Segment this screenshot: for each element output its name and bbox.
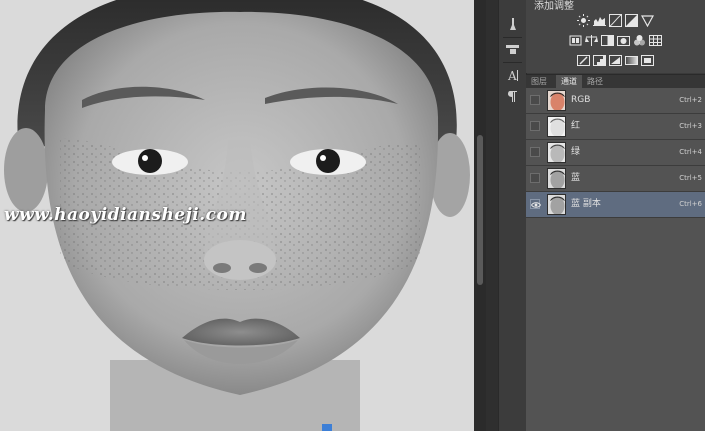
channel-row-blue-copy[interactable]: 蓝 副本 Ctrl+6 [526, 192, 705, 218]
levels-icon[interactable] [593, 14, 606, 27]
channel-thumbnail [547, 168, 566, 189]
panel-toolstrip: A [498, 0, 527, 431]
channel-name: 蓝 [571, 173, 581, 183]
toolstrip-divider [503, 37, 522, 38]
visibility-toggle[interactable] [530, 173, 540, 183]
canvas-scrollbar[interactable] [474, 0, 486, 431]
channels-list: RGB Ctrl+2 红 Ctrl+3 绿 Ctrl+4 蓝 Ctrl+5 蓝 [526, 88, 705, 431]
channel-thumbnail [547, 142, 566, 163]
threshold-icon[interactable] [609, 54, 622, 67]
color-lookup-icon[interactable] [649, 34, 662, 47]
document-canvas[interactable]: www.haoyidiansheji.com [0, 0, 474, 431]
channel-row-green[interactable]: 绿 Ctrl+4 [526, 140, 705, 166]
visibility-toggle[interactable] [530, 147, 540, 157]
brush-presets-icon[interactable] [504, 16, 521, 33]
channel-shortcut: Ctrl+6 [679, 200, 702, 208]
channel-shortcut: Ctrl+3 [679, 122, 702, 130]
tab-layers[interactable]: 图层 [528, 75, 550, 89]
channel-thumbnail [547, 90, 566, 111]
brightness-contrast-icon[interactable] [577, 14, 590, 27]
panel-tabs: 图层 通道 路径 [526, 74, 705, 89]
channel-name: 蓝 副本 [571, 199, 601, 209]
hue-saturation-icon[interactable] [569, 34, 582, 47]
channel-thumbnail [547, 194, 566, 215]
eye-icon [531, 202, 541, 208]
channel-row-red[interactable]: 红 Ctrl+3 [526, 114, 705, 140]
channel-shortcut: Ctrl+4 [679, 148, 702, 156]
channel-thumbnail [547, 116, 566, 137]
watermark-text: www.haoyidiansheji.com [4, 205, 247, 225]
svg-text:A: A [507, 69, 517, 83]
clone-source-icon[interactable] [504, 40, 521, 57]
posterize-icon[interactable] [593, 54, 606, 67]
vibrance-icon[interactable] [641, 14, 654, 27]
channel-mixer-icon[interactable] [633, 34, 646, 47]
channel-name: 红 [571, 121, 581, 131]
gradient-map-icon[interactable] [625, 54, 638, 67]
channel-shortcut: Ctrl+5 [679, 174, 702, 182]
color-balance-icon[interactable] [585, 34, 598, 47]
visibility-toggle[interactable] [530, 199, 541, 209]
tab-channels[interactable]: 通道 [556, 75, 582, 89]
adjustments-panel-title: 添加调整 [534, 1, 574, 12]
character-icon[interactable]: A [504, 67, 521, 84]
visibility-toggle[interactable] [530, 95, 540, 105]
visibility-toggle[interactable] [530, 121, 540, 131]
black-white-icon[interactable] [601, 34, 614, 47]
panel-gutter [486, 0, 498, 431]
channel-name: 绿 [571, 147, 581, 157]
channel-row-blue[interactable]: 蓝 Ctrl+5 [526, 166, 705, 192]
toolstrip-divider [503, 62, 522, 63]
selective-color-icon[interactable] [641, 54, 654, 67]
invert-icon[interactable] [577, 54, 590, 67]
channel-shortcut: Ctrl+2 [679, 96, 702, 104]
channel-row-rgb[interactable]: RGB Ctrl+2 [526, 88, 705, 114]
paragraph-icon[interactable] [504, 88, 521, 105]
curves-icon[interactable] [609, 14, 622, 27]
exposure-icon[interactable] [625, 14, 638, 27]
adjustments-panel: 添加调整 [526, 0, 705, 73]
photo-filter-icon[interactable] [617, 34, 630, 47]
canvas-scrollbar-thumb[interactable] [477, 135, 483, 285]
channel-name: RGB [571, 95, 591, 105]
tab-paths[interactable]: 路径 [584, 75, 606, 89]
